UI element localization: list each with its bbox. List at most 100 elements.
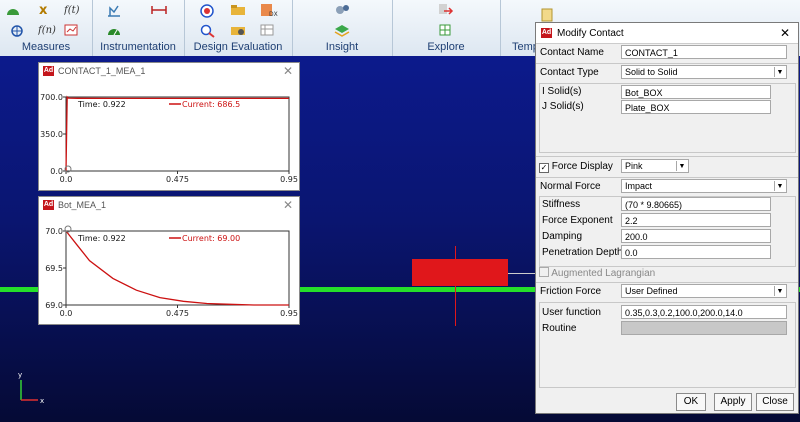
time-label: Time: 0.922 [77, 234, 126, 243]
checkbox-unchecked-icon[interactable] [539, 267, 549, 277]
function-x-icon[interactable]: x [38, 2, 54, 18]
augmented-lagrangian-row: Augmented Lagrangian [536, 264, 798, 282]
spreadsheet-icon[interactable]: DXS [260, 3, 282, 18]
target-icon[interactable] [200, 4, 216, 18]
contact-type-row: Contact Type Solid to Solid ▼ [536, 64, 798, 82]
x-tick-label: 0.475 [166, 175, 189, 184]
contact-type-value: Solid to Solid [625, 67, 678, 77]
chart-measure-icon[interactable] [64, 24, 80, 38]
svg-text:f(t): f(t) [64, 5, 80, 16]
x-tick-label: 0.95 [280, 175, 298, 184]
chevron-down-icon[interactable]: ▼ [774, 181, 785, 191]
j-solid-row: J Solid(s) Plate_BOX [536, 98, 798, 116]
plot-window-bot[interactable]: 70.0 69.5 69.0 0.0 0.475 0.95 Time: 0.922 Curre… [38, 196, 300, 325]
folder-icon[interactable] [230, 4, 246, 18]
normal-force-row: Normal Force Impact ▼ [536, 178, 798, 196]
search-design-icon[interactable] [200, 24, 216, 38]
grid-arrow-icon[interactable] [438, 23, 454, 37]
plot-title-bar: Ad Bot_MEA_1 [43, 200, 106, 210]
plot-title: CONTACT_1_MEA_1 [58, 66, 146, 76]
ribbon-label-instrumentation: Instrumentation [100, 41, 176, 53]
damping-label: Damping [542, 231, 583, 242]
force-exponent-label: Force Exponent [542, 215, 613, 226]
legend-label: Current: 686.5 [182, 100, 240, 109]
sensor-icon[interactable] [106, 4, 122, 18]
plot-window-contact[interactable]: 700.0 350.0 0.0 0.0 0.475 0.95 Time: 0.922 Curr… [38, 62, 300, 191]
friction-force-label: Friction Force [540, 286, 602, 297]
ribbon-label-insight: Insight [325, 41, 359, 53]
force-display-row: ✓ Force Display Pink ▼ [536, 158, 798, 176]
folder-gear-icon[interactable] [230, 24, 246, 38]
damping-field[interactable]: 200.0 [621, 229, 771, 243]
stiffness-label: Stiffness [542, 199, 581, 210]
x-tick-label: 0.0 [60, 309, 73, 318]
routine-field [621, 321, 787, 335]
augmented-lagrangian-checkbox[interactable]: Augmented Lagrangian [539, 267, 655, 279]
document-icon[interactable] [540, 8, 556, 22]
contact-name-field[interactable]: CONTACT_1 [621, 45, 787, 59]
chevron-down-icon[interactable]: ▼ [774, 67, 785, 77]
apply-button[interactable]: Apply [714, 393, 752, 411]
ribbon-group-explore: Explore [392, 0, 501, 56]
force-display-checkbox[interactable]: ✓ Force Display [539, 161, 613, 173]
j-solid-label: J Solid(s) [542, 101, 584, 112]
normal-force-select[interactable]: Impact ▼ [621, 179, 787, 193]
x-tick-label: 0.0 [60, 175, 73, 184]
dialog-title: Modify Contact [557, 27, 624, 39]
gauge-icon[interactable] [106, 24, 122, 38]
penetration-depth-field[interactable]: 0.0 [621, 245, 771, 259]
point-measure-icon[interactable] [10, 24, 26, 38]
connector-line [508, 273, 536, 274]
close-icon[interactable]: ✕ [283, 198, 293, 212]
axes-triad-icon: y x [18, 371, 44, 405]
x-tick-label: 0.95 [280, 309, 298, 318]
force-marker-line [455, 246, 456, 326]
x-tick-label: 0.475 [166, 309, 189, 318]
contact-type-select[interactable]: Solid to Solid ▼ [621, 65, 787, 79]
routine-row: Routine [536, 320, 798, 338]
bot-position-chart: 70.069.569.00.0 0.475 0.95Time: 0.922 Curre… [45, 225, 298, 318]
stiffness-field[interactable]: (70 * 9.80665) [621, 197, 771, 211]
bot-box-solid[interactable] [412, 259, 508, 286]
close-icon[interactable]: ✕ [283, 64, 293, 78]
close-button[interactable]: Close [756, 393, 794, 411]
normal-force-label: Normal Force [540, 181, 601, 192]
checkbox-checked-icon[interactable]: ✓ [539, 163, 549, 173]
friction-force-value: User Defined [625, 286, 678, 296]
penetration-depth-row: Penetration Depth 0.0 [536, 244, 798, 262]
close-icon[interactable]: ✕ [780, 26, 790, 40]
force-display-select[interactable]: Pink ▼ [621, 159, 689, 173]
chevron-down-icon[interactable]: ▼ [676, 161, 687, 171]
plot-title: Bot_MEA_1 [58, 200, 107, 210]
force-exponent-field[interactable]: 2.2 [621, 213, 771, 227]
svg-text:x: x [39, 3, 48, 16]
i-solid-field[interactable]: Bot_BOX [621, 85, 771, 99]
ribbon-group-measures: x f(t) f(n) Measures [0, 0, 93, 56]
ribbon-label-explore: Explore [427, 41, 465, 53]
force-display-value: Pink [625, 161, 643, 171]
measure-icon[interactable] [6, 4, 22, 18]
chevron-down-icon[interactable]: ▼ [774, 286, 785, 296]
fx-icon[interactable]: f(t) [63, 2, 80, 16]
y-tick-label: 69.5 [45, 264, 63, 273]
modify-contact-dialog: Ad Modify Contact ✕ Contact Name CONTACT… [535, 22, 799, 414]
ribbon-group-design-evaluation: DXS Design Evaluation [184, 0, 293, 56]
ribbon-group-instrumentation: Instrumentation [92, 0, 185, 56]
fn-icon[interactable]: f(n) [37, 22, 56, 36]
i-solid-label: I Solid(s) [542, 86, 582, 97]
friction-force-select[interactable]: User Defined ▼ [621, 284, 787, 298]
table-icon[interactable] [260, 24, 276, 38]
user-function-field[interactable]: 0.35,0.3,0.2,100.0,200.0,14.0 [621, 305, 787, 319]
j-solid-field[interactable]: Plate_BOX [621, 100, 771, 114]
adams-app-icon: Ad [43, 66, 54, 76]
layers-icon[interactable] [334, 24, 350, 38]
y-tick-label: 700.0 [40, 93, 63, 102]
import-arrow-icon[interactable] [438, 3, 454, 17]
ruler-icon[interactable] [150, 4, 167, 18]
gears-icon[interactable] [334, 3, 350, 17]
ok-button[interactable]: OK [676, 393, 706, 411]
contact-force-chart: 700.0350.00.00.0 0.475 0.95Time: 0.922 Curr… [40, 93, 298, 184]
dialog-title-bar: Ad Modify Contact ✕ [536, 23, 798, 44]
adams-app-icon: Ad [541, 28, 552, 38]
divider [536, 156, 798, 157]
